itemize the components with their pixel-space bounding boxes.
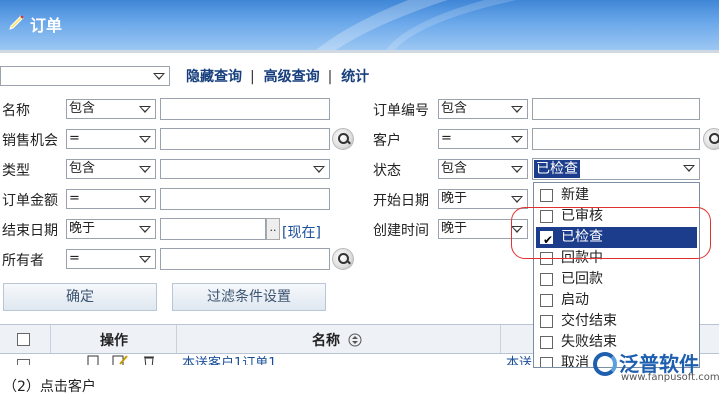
- statistics-link[interactable]: 统计: [341, 69, 369, 85]
- advanced-query-link[interactable]: 高级查询: [264, 69, 320, 85]
- name-input[interactable]: [160, 98, 330, 120]
- opportunity-input[interactable]: [160, 128, 330, 150]
- date-picker-button[interactable]: ..: [266, 218, 280, 240]
- name-op-select[interactable]: 包含: [66, 99, 156, 119]
- end-date-input[interactable]: [160, 218, 266, 240]
- amount-label: 订单金额: [2, 193, 58, 209]
- opportunity-search-icon[interactable]: [332, 128, 354, 150]
- customer-cell[interactable]: 本送: [506, 353, 532, 365]
- confirm-button[interactable]: 确定: [3, 283, 157, 311]
- status-option-delivered[interactable]: 交付结束: [536, 311, 697, 332]
- customer-label: 客户: [373, 133, 401, 149]
- end-date-label: 结束日期: [2, 223, 58, 239]
- header-divider: [0, 50, 719, 53]
- end-date-op-select[interactable]: 晚于: [66, 219, 156, 239]
- status-op-select[interactable]: 包含: [438, 159, 528, 179]
- view-icon[interactable]: [86, 355, 100, 365]
- saved-query-select[interactable]: [0, 66, 170, 86]
- hide-query-link[interactable]: 隐藏查询: [186, 69, 242, 85]
- delete-icon[interactable]: [142, 354, 156, 365]
- pen-icon: [9, 15, 24, 30]
- page-title: 订单: [30, 16, 63, 35]
- name-label: 名称: [2, 103, 30, 119]
- customer-op-select[interactable]: =: [438, 129, 528, 149]
- opportunity-op-select[interactable]: =: [66, 129, 156, 149]
- status-option-started[interactable]: 启动: [536, 290, 697, 311]
- filter-settings-button[interactable]: 过滤条件设置: [172, 283, 326, 311]
- customer-search-icon[interactable]: [703, 128, 719, 150]
- type-op-select[interactable]: 包含: [66, 159, 156, 179]
- opportunity-label: 销售机会: [2, 133, 58, 149]
- owner-search-icon[interactable]: [332, 248, 354, 270]
- created-time-label: 创建时间: [373, 223, 429, 239]
- watermark-url: www.fanpusoft.com: [621, 372, 719, 383]
- type-value-select[interactable]: [160, 159, 330, 179]
- caption: （2）点击客户: [3, 379, 96, 395]
- amount-op-select[interactable]: =: [66, 189, 156, 209]
- status-label: 状态: [373, 163, 401, 179]
- page-header: [0, 0, 719, 50]
- name-column-header[interactable]: 名称: [312, 330, 340, 350]
- start-date-op-select[interactable]: 晚于: [438, 189, 528, 209]
- owner-label: 所有者: [2, 253, 44, 269]
- query-links: 隐藏查询 | 高级查询 | 统计: [186, 69, 370, 85]
- status-value-select[interactable]: 已检查: [532, 158, 700, 180]
- status-selected-value: 已检查: [534, 160, 580, 178]
- actions-column-header: 操作: [100, 333, 128, 349]
- brand-logo-icon: [593, 352, 617, 376]
- watermark: 泛普软件 www.fanpusoft.com: [591, 348, 719, 388]
- owner-input[interactable]: [160, 248, 330, 270]
- start-date-label: 开始日期: [373, 193, 429, 209]
- select-all-checkbox[interactable]: [17, 333, 30, 346]
- customer-input[interactable]: [532, 128, 700, 150]
- owner-op-select[interactable]: =: [66, 249, 156, 269]
- edit-icon[interactable]: [112, 354, 128, 365]
- order-no-op-select[interactable]: 包含: [438, 99, 528, 119]
- type-label: 类型: [2, 163, 30, 179]
- status-option-collected[interactable]: 已回款: [536, 269, 697, 290]
- order-no-input[interactable]: [532, 98, 700, 120]
- annotation-ring: [511, 207, 711, 259]
- sort-icon[interactable]: [348, 333, 362, 347]
- now-link[interactable]: [现在]: [282, 222, 321, 242]
- amount-input[interactable]: [160, 188, 330, 210]
- order-name-link[interactable]: 本送客户1订单1: [182, 353, 277, 365]
- row-checkbox[interactable]: [17, 359, 30, 365]
- status-option-new[interactable]: 新建: [536, 185, 697, 206]
- order-no-label: 订单编号: [373, 103, 429, 119]
